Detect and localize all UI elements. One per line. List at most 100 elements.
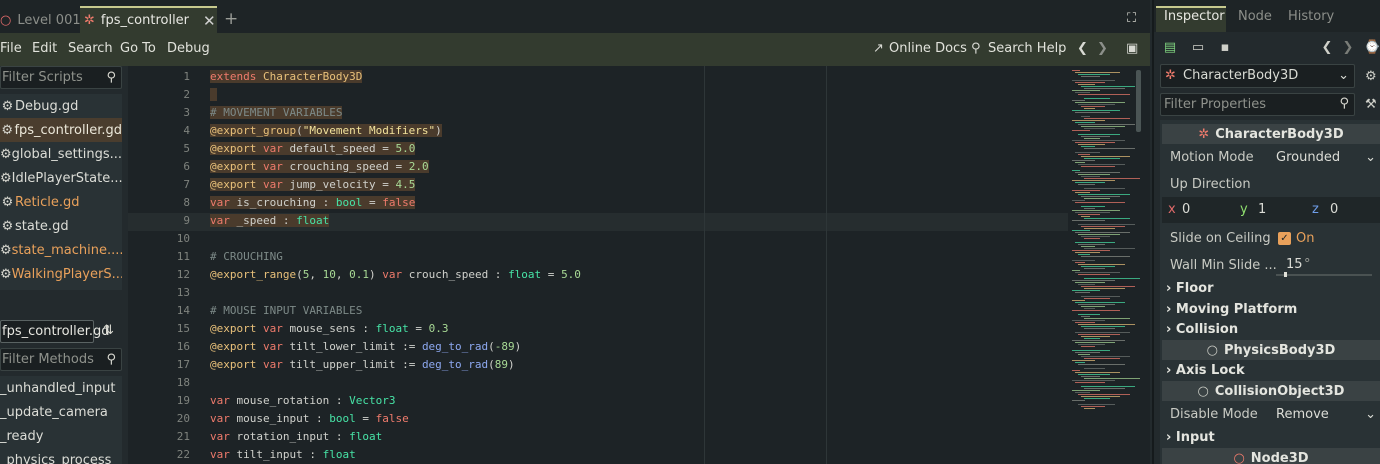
list-item[interactable]: _physics_process [0,448,122,464]
distraction-free-icon[interactable]: ⛶ [1127,11,1136,26]
search-help-button[interactable]: Search Help [988,41,1066,56]
back-icon[interactable]: ❮ [1077,41,1088,56]
close-icon[interactable]: ✕ [203,12,216,30]
category-input[interactable]: › Input [1166,430,1215,445]
code-token: var [210,412,230,425]
sort-icon[interactable]: ⇅ [103,323,114,338]
online-docs-button[interactable]: Online Docs [889,41,967,56]
tab-history[interactable]: History [1288,9,1334,24]
search-help-icon: ⚲ [971,41,981,56]
minimap-line [1078,354,1090,355]
code-token: var [210,394,230,407]
z-value-field[interactable]: 0 [1330,202,1338,217]
forward-icon[interactable]: ❯ [1340,40,1356,56]
minimap-line [1078,164,1125,165]
minimap-line [1075,342,1115,343]
save-icon[interactable]: ▪ [1217,40,1233,56]
line-number: 1 [183,70,190,83]
list-item[interactable]: ⚙ WalkingPlayerS... [0,262,122,286]
vertical-scrollbar[interactable] [1136,70,1141,132]
minimap-line [1078,314,1100,315]
list-item[interactable]: _ready [0,424,122,448]
tab-level-001[interactable]: ○ Level 001 [0,8,81,33]
node-tools-icon[interactable]: ⚙ [1365,69,1377,84]
open-folder-icon[interactable]: ▭ [1190,40,1206,56]
minimap-line [1084,228,1115,229]
code-line: var is_crouching : bool = false [210,196,416,209]
minimap-line [1078,174,1110,175]
minimap-line [1072,370,1080,371]
gear-icon: ⚙ [0,146,12,162]
minimap[interactable] [1068,66,1140,464]
y-value-field[interactable]: 1 [1258,202,1266,217]
menu-goto[interactable]: Go To [120,41,156,56]
minimap-line [1075,302,1125,303]
code-line: @export_group("Movement Modifiers") [210,124,442,137]
category-moving-platform[interactable]: › Moving Platform [1166,302,1297,317]
code-token: false [375,412,409,425]
minimap-line [1075,362,1085,363]
add-tab-icon[interactable]: + [224,9,238,29]
history-icon[interactable]: ⌚ [1364,40,1380,56]
code-token: tilt_lower_limit := [282,340,422,353]
line-number: 4 [183,124,190,137]
chevron-down-icon: ⌄ [1365,150,1376,165]
code-token: ( [488,340,495,353]
slide-on-ceiling-checkbox[interactable]: ✓ On [1278,229,1338,249]
category-collision[interactable]: › Collision [1166,322,1238,337]
minimap-line [1072,170,1080,171]
menu-edit[interactable]: Edit [32,41,57,56]
filter-scripts-input[interactable]: Filter Scripts ⚲ [0,66,122,89]
menu-debug[interactable]: Debug [167,41,210,56]
line-number: 13 [176,286,190,299]
new-resource-icon[interactable]: ▤ [1162,40,1178,56]
minimap-line [1072,140,1125,141]
code-editor[interactable]: 1 2 3 4 5 6 7 8 9 10 11 12 13 14 15 16 17 18 19 20 21 22 exte… [128,66,1150,464]
minimap-line [1084,388,1125,389]
minimap-line [1072,180,1115,181]
code-token: ) [368,268,376,281]
code-token: jump_velocity = [282,178,396,191]
motion-mode-dropdown[interactable]: Grounded ⌄ [1274,147,1380,169]
motion-mode-label: Motion Mode [1170,150,1254,165]
filter-properties-input[interactable]: Filter Properties ⚲ [1160,93,1355,116]
filter-methods-input[interactable]: Filter Methods ⚲ [0,348,122,371]
x-value-field[interactable]: 0 [1182,202,1190,217]
back-icon[interactable]: ❮ [1319,40,1335,56]
tab-fps-controller[interactable]: ✲ fps_controller ✕ [80,6,217,33]
gear-icon: ⚙ [0,170,12,186]
minimap-line [1075,332,1130,333]
list-item[interactable]: ⚙ state_machine.... [0,238,122,262]
minimap-line [1078,154,1090,155]
gear-icon: ⚙ [1,122,14,138]
menu-file[interactable]: File [0,41,22,56]
list-item[interactable]: ⚙ state.gd [0,214,122,238]
tab-inspector[interactable]: Inspector [1164,9,1225,24]
list-item[interactable]: ⚙ IdlePlayerState.... [0,166,122,190]
wall-min-slide-slider[interactable]: 15 ° [1276,254,1374,278]
list-item[interactable]: _update_camera [0,400,122,424]
list-item[interactable]: ⚙ fps_controller.gd [0,118,122,142]
menu-search[interactable]: Search [68,41,113,56]
list-item[interactable]: ⚙ global_settings.... [0,142,122,166]
node-icon: ✲ [1165,68,1176,83]
code-token: var [256,358,283,371]
line-length-guide [826,66,827,464]
list-item[interactable]: ⚙ Reticle.gd [0,190,122,214]
minimap-line [1078,244,1105,245]
minimap-line [1078,344,1105,345]
node-selector[interactable]: ✲ CharacterBody3D ⌄ [1160,64,1355,88]
category-floor[interactable]: › Floor [1166,281,1214,296]
minimap-line [1075,142,1115,143]
category-axis-lock[interactable]: › Axis Lock [1166,363,1245,378]
tools-icon[interactable]: ⚒ [1365,97,1377,112]
list-item[interactable]: _unhandled_input [0,376,122,400]
code-token: rotation_input : [229,430,350,443]
list-item[interactable]: ⚙ Debug.gd [0,94,122,118]
toggle-panel-icon[interactable]: ▣ [1126,41,1138,56]
minimap-line [1081,296,1120,297]
tab-node[interactable]: Node [1238,9,1272,24]
forward-icon[interactable]: ❯ [1097,41,1108,56]
minimap-line [1084,268,1105,269]
disable-mode-dropdown[interactable]: Remove ⌄ [1274,404,1380,426]
